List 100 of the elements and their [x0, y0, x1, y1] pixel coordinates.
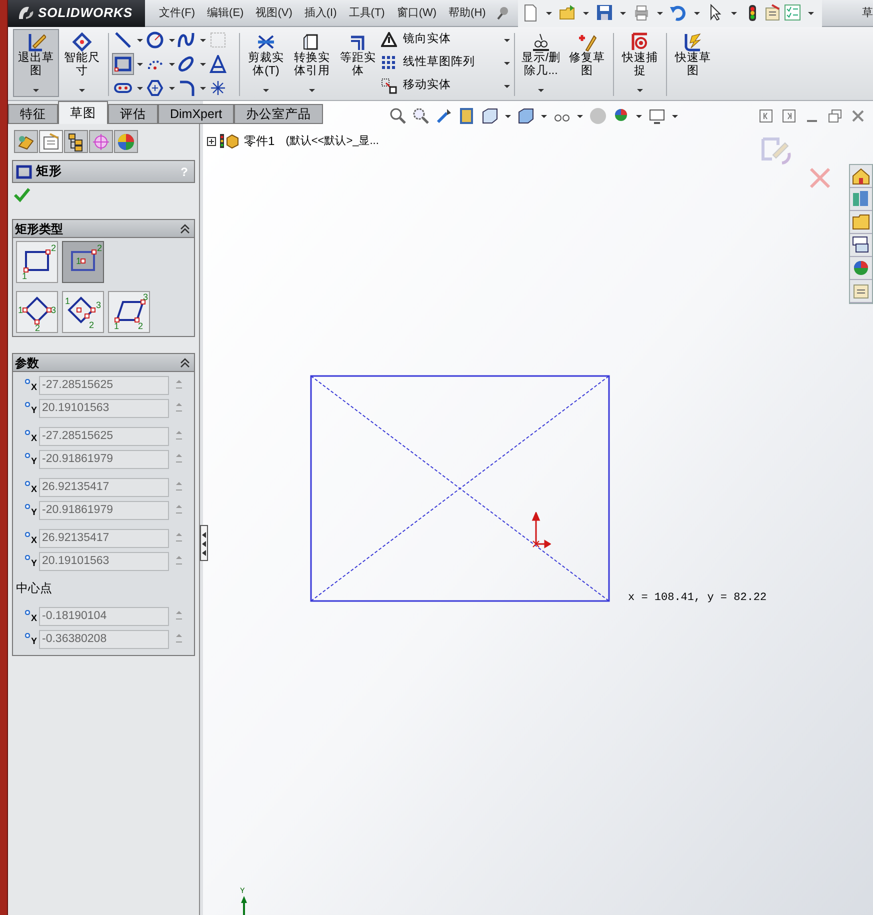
collapse-icon[interactable]	[180, 358, 190, 368]
menu-item[interactable]: 文件(F)	[153, 4, 202, 22]
undo-icon[interactable]	[670, 4, 687, 22]
tab[interactable]: 办公室产品	[234, 104, 324, 124]
panel-tab[interactable]	[39, 130, 63, 153]
tab[interactable]: 草图	[58, 101, 108, 124]
ribbon-button[interactable]: 剪裁实体(T)	[243, 29, 289, 97]
ribbon-button[interactable]: 等距实体	[335, 29, 381, 97]
pin-icon[interactable]	[496, 6, 510, 20]
display-style-icon[interactable]	[517, 107, 535, 125]
tile-left-icon[interactable]	[759, 109, 773, 123]
rectangle-tool-button[interactable]	[112, 53, 134, 75]
rectangle-type-option[interactable]: 1 2 3	[62, 291, 104, 333]
open-folder-icon[interactable]	[558, 4, 576, 22]
caret-icon[interactable]	[168, 38, 176, 42]
caret-icon[interactable]	[544, 10, 553, 16]
caret-icon[interactable]	[136, 62, 144, 66]
ribbon-list-item[interactable]: 移动实体	[381, 77, 511, 95]
previous-view-icon[interactable]	[435, 107, 453, 125]
rectangle-type-option[interactable]: 1 2 3	[108, 291, 150, 333]
caret-icon[interactable]	[806, 10, 815, 16]
ok-checkmark-icon[interactable]	[13, 187, 31, 203]
tree-item[interactable]: 零件1 (默认<<默认>_显...	[207, 132, 379, 150]
new-document-icon[interactable]	[522, 4, 539, 22]
checklist-icon[interactable]	[784, 4, 801, 22]
caret-icon[interactable]	[78, 88, 86, 93]
tile-right-icon[interactable]	[782, 109, 796, 123]
menu-item[interactable]: 编辑(E)	[201, 4, 250, 22]
tab[interactable]: DimXpert	[158, 104, 234, 124]
collapse-icon[interactable]	[180, 224, 190, 234]
view-orientation-icon[interactable]	[481, 107, 499, 125]
ribbon-button[interactable]: 快速捕捉	[617, 29, 663, 97]
printer-icon[interactable]	[632, 4, 650, 22]
properties-icon[interactable]	[764, 4, 781, 22]
panel-tab[interactable]	[114, 130, 138, 153]
menu-item[interactable]: 插入(I)	[298, 4, 343, 22]
coordinate-field[interactable]: 26.92135417	[39, 478, 169, 496]
caret-icon[interactable]	[582, 10, 590, 16]
coordinate-field[interactable]: -27.28515625	[39, 376, 169, 394]
ribbon-button[interactable]: 智能尺寸	[59, 29, 105, 97]
coordinate-field[interactable]: -0.36380208	[39, 630, 169, 648]
caret-icon[interactable]	[308, 88, 316, 93]
caret-icon[interactable]	[671, 114, 679, 118]
caret-icon[interactable]	[692, 10, 701, 16]
caret-icon[interactable]	[636, 88, 644, 93]
menu-item[interactable]: 帮助(H)	[442, 4, 492, 22]
caret-icon[interactable]	[168, 86, 176, 90]
caret-icon[interactable]	[136, 38, 144, 42]
menu-item[interactable]: 窗口(W)	[390, 4, 443, 22]
caret-icon[interactable]	[32, 88, 40, 93]
caret-icon[interactable]	[618, 10, 627, 16]
coordinate-field[interactable]: -20.91861979	[39, 450, 169, 468]
save-icon[interactable]	[596, 4, 613, 22]
restore-icon[interactable]	[828, 109, 842, 123]
caret-icon[interactable]	[503, 38, 511, 42]
ribbon-button[interactable]: 快速草图	[670, 29, 716, 97]
caret-icon[interactable]	[199, 86, 207, 90]
panel-tab[interactable]	[64, 130, 88, 153]
caret-icon[interactable]	[576, 114, 584, 118]
coordinate-field[interactable]: -27.28515625	[39, 426, 169, 446]
caret-icon[interactable]	[635, 114, 643, 118]
caret-icon[interactable]	[136, 86, 144, 90]
coordinate-field[interactable]: 26.92135417	[39, 528, 169, 548]
ribbon-button[interactable]: 退出草图	[13, 29, 59, 97]
caret-icon[interactable]	[199, 62, 207, 66]
expand-icon[interactable]	[207, 136, 216, 146]
rectangle-type-option[interactable]: 1 2 3	[16, 291, 58, 333]
ribbon-list-item[interactable]: 镜向实体	[381, 31, 511, 49]
close-icon[interactable]	[851, 109, 865, 123]
tab[interactable]: 特征	[8, 104, 58, 124]
caret-icon[interactable]	[199, 38, 207, 42]
menu-item[interactable]: 视图(V)	[250, 4, 298, 22]
ribbon-list-item[interactable]: 线性草图阵列	[381, 54, 511, 72]
section-header[interactable]: 参数	[13, 354, 194, 372]
task-pane-tab[interactable]	[850, 234, 872, 257]
caret-icon[interactable]	[656, 10, 664, 16]
zoom-area-icon[interactable]	[412, 107, 430, 125]
section-header[interactable]: 矩形类型	[13, 220, 194, 238]
ribbon-button[interactable]: 转换实体引用	[289, 29, 335, 97]
monitor-icon[interactable]	[648, 107, 666, 125]
coordinate-field[interactable]: 20.19101563	[39, 552, 169, 570]
coordinate-field[interactable]: 20.19101563	[39, 398, 169, 418]
caret-icon[interactable]	[537, 88, 545, 93]
caret-icon[interactable]	[503, 84, 511, 88]
text-tool-button[interactable]	[206, 53, 228, 75]
coordinate-field[interactable]: -20.91861979	[39, 500, 169, 520]
caret-icon[interactable]	[730, 10, 738, 16]
section-view-icon[interactable]	[458, 107, 476, 125]
caret-icon[interactable]	[504, 114, 512, 118]
collapse-handle-icon[interactable]	[200, 525, 208, 561]
panel-tab[interactable]	[14, 130, 38, 153]
menu-item[interactable]: 工具(T)	[342, 4, 391, 22]
ribbon-button[interactable]: 显示/删除几...	[518, 29, 564, 97]
zoom-fit-icon[interactable]	[389, 107, 407, 125]
caret-icon[interactable]	[168, 62, 176, 66]
ribbon-button[interactable]: 修复草图	[564, 29, 610, 97]
tab[interactable]: 评估	[108, 104, 158, 124]
rectangle-type-option[interactable]: 1 2	[16, 241, 58, 283]
caret-icon[interactable]	[503, 60, 511, 66]
coordinate-field[interactable]: -0.18190104	[39, 606, 169, 626]
